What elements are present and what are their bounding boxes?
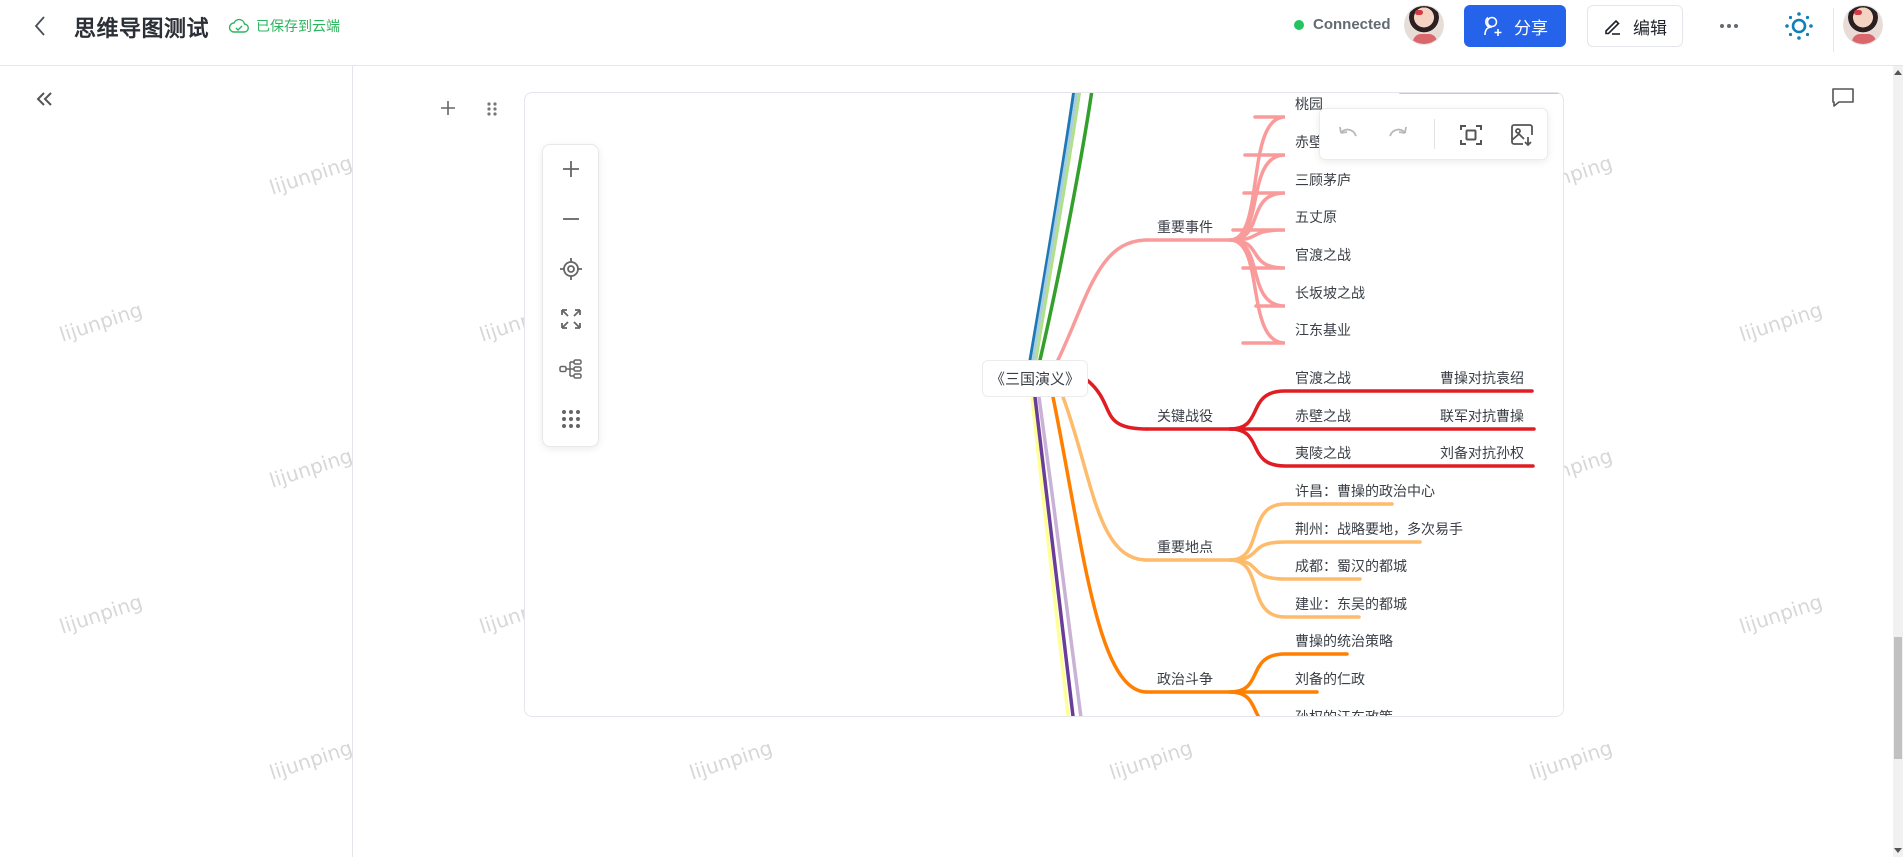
- child-node[interactable]: 建业：东吴的都城: [1295, 597, 1407, 613]
- collaborator-avatar[interactable]: [1404, 5, 1444, 45]
- child-node[interactable]: 官渡之战: [1295, 248, 1351, 264]
- child-node[interactable]: 江东基业: [1295, 322, 1351, 339]
- scrollbar-thumb[interactable]: [1894, 637, 1902, 759]
- theme-toggle-button[interactable]: [1783, 10, 1815, 42]
- child-node[interactable]: 赤壁之战: [1295, 409, 1351, 425]
- branch-line: [1085, 378, 1149, 431]
- child-node[interactable]: 刘备的仁政: [1295, 671, 1365, 688]
- focus-frame-icon: [1460, 125, 1482, 145]
- document-title: 思维导图测试: [74, 17, 210, 42]
- sun-icon: [1785, 12, 1813, 40]
- child-line: [1228, 115, 1286, 242]
- sidebar: [0, 66, 353, 857]
- drag-handle[interactable]: [485, 99, 499, 119]
- edit-button[interactable]: 编辑: [1587, 5, 1683, 47]
- connection-status: Connected: [1294, 16, 1391, 33]
- scroll-down-arrow[interactable]: [1894, 848, 1902, 853]
- branch-line-offscreen: [1033, 395, 1075, 716]
- child-node[interactable]: 荆州：战略要地，多次易手: [1295, 521, 1463, 538]
- child-node[interactable]: 长坂坡之战: [1295, 286, 1365, 302]
- child-node[interactable]: 夷陵之战: [1295, 446, 1351, 462]
- watermark: lijunping: [1736, 589, 1826, 639]
- grid-dots-icon: [562, 410, 580, 428]
- comment-button[interactable]: [1830, 85, 1856, 111]
- page-scrollbar[interactable]: [1893, 66, 1903, 857]
- mindmap-canvas[interactable]: 重要事件 桃园 赤壁 三顾茅庐 五丈原 官渡之战 长坂坡之战 江东基业 关键战役 官渡之战 曹操对抗…: [524, 92, 1564, 717]
- status-dot: [1294, 19, 1304, 30]
- undo-button[interactable]: [1334, 121, 1362, 149]
- grandchild-node[interactable]: 联军对抗曹操: [1440, 409, 1524, 425]
- watermark: lijunping: [1526, 735, 1616, 785]
- watermark: lijunping: [686, 735, 776, 785]
- connection-status-text: Connected: [1313, 16, 1391, 33]
- zoom-in-button[interactable]: [557, 155, 585, 183]
- child-node[interactable]: 官渡之战: [1295, 371, 1351, 387]
- toolbar-separator: [1434, 119, 1435, 149]
- drag-dots-icon: [487, 102, 497, 116]
- more-options-button[interactable]: [1714, 14, 1744, 38]
- branch-line: [1055, 238, 1149, 364]
- branch-line: [1061, 395, 1149, 562]
- chevron-left-icon: [34, 16, 45, 36]
- branch-node[interactable]: 政治斗争: [1157, 672, 1213, 688]
- locate-center-button[interactable]: [557, 255, 585, 283]
- zoom-out-button[interactable]: [557, 205, 585, 233]
- child-node[interactable]: 成都：蜀汉的都城: [1295, 559, 1407, 575]
- cloud-check-icon: [228, 18, 249, 33]
- watermark: lijunping: [1736, 297, 1826, 347]
- fit-screen-button[interactable]: [557, 305, 585, 333]
- undo-icon: [1339, 126, 1357, 137]
- back-button[interactable]: [28, 14, 52, 38]
- child-node[interactable]: 孙权的江东政策: [1295, 709, 1393, 717]
- watermark: lijunping: [1106, 735, 1196, 785]
- save-status: 已保存到云端: [228, 16, 340, 36]
- grandchild-node[interactable]: 刘备对抗孙权: [1440, 445, 1524, 462]
- mindmap-top-toolbar: [1319, 108, 1548, 160]
- child-line: [1228, 540, 1422, 562]
- share-user-icon: [1484, 16, 1502, 36]
- mindmap-svg: 重要事件桃园赤壁三顾茅庐五丈原官渡之战长坂坡之战江东基业关键战役官渡之战 曹操对抗…: [1028, 93, 1563, 717]
- redo-button[interactable]: [1384, 121, 1412, 149]
- edit-label: 编辑: [1633, 18, 1667, 39]
- pencil-icon: [1605, 19, 1620, 35]
- target-icon: [560, 258, 582, 280]
- branch-line: [1051, 395, 1149, 694]
- branch-line-offscreen: [1030, 395, 1070, 716]
- add-block-button[interactable]: [438, 98, 458, 118]
- branch-line-offscreen: [1031, 93, 1079, 362]
- save-status-text: 已保存到云端: [256, 19, 340, 35]
- share-button[interactable]: 分享: [1464, 5, 1566, 47]
- image-download-icon: [1511, 124, 1533, 147]
- grandchild-node[interactable]: 曹操对抗袁绍: [1440, 371, 1524, 387]
- child-node[interactable]: 三顾茅庐: [1295, 173, 1351, 189]
- export-image-button[interactable]: [1508, 121, 1536, 149]
- more-tools-button[interactable]: [557, 405, 585, 433]
- comment-icon: [1832, 88, 1854, 107]
- plus-icon: [563, 161, 579, 177]
- child-node[interactable]: 曹操的统治策略: [1295, 633, 1393, 650]
- branch-node[interactable]: 重要地点: [1157, 540, 1213, 556]
- fit-view-button[interactable]: [1457, 121, 1485, 149]
- mindmap-left-toolbar: [542, 144, 599, 447]
- double-chevron-left-icon: [36, 92, 52, 106]
- plus-icon: [441, 101, 455, 115]
- mindmap-root-node[interactable]: 《三国演义》: [982, 360, 1088, 397]
- expand-arrows-icon: [561, 309, 581, 329]
- minus-icon: [563, 218, 579, 220]
- header-divider: [1833, 8, 1834, 52]
- tree-structure-icon: [559, 359, 582, 379]
- top-header: 思维导图测试 已保存到云端 Connected 分享 编辑: [0, 0, 1903, 66]
- user-avatar[interactable]: [1843, 5, 1883, 45]
- branch-node[interactable]: 重要事件: [1157, 220, 1213, 236]
- structure-layout-button[interactable]: [557, 355, 585, 383]
- redo-icon: [1389, 126, 1407, 137]
- collapse-sidebar-button[interactable]: [30, 84, 60, 114]
- child-node[interactable]: 许昌：曹操的政治中心: [1295, 484, 1435, 500]
- child-node[interactable]: 五丈原: [1295, 210, 1337, 226]
- scroll-up-arrow[interactable]: [1894, 70, 1902, 75]
- branch-node[interactable]: 关键战役: [1157, 409, 1213, 425]
- share-label: 分享: [1514, 18, 1548, 39]
